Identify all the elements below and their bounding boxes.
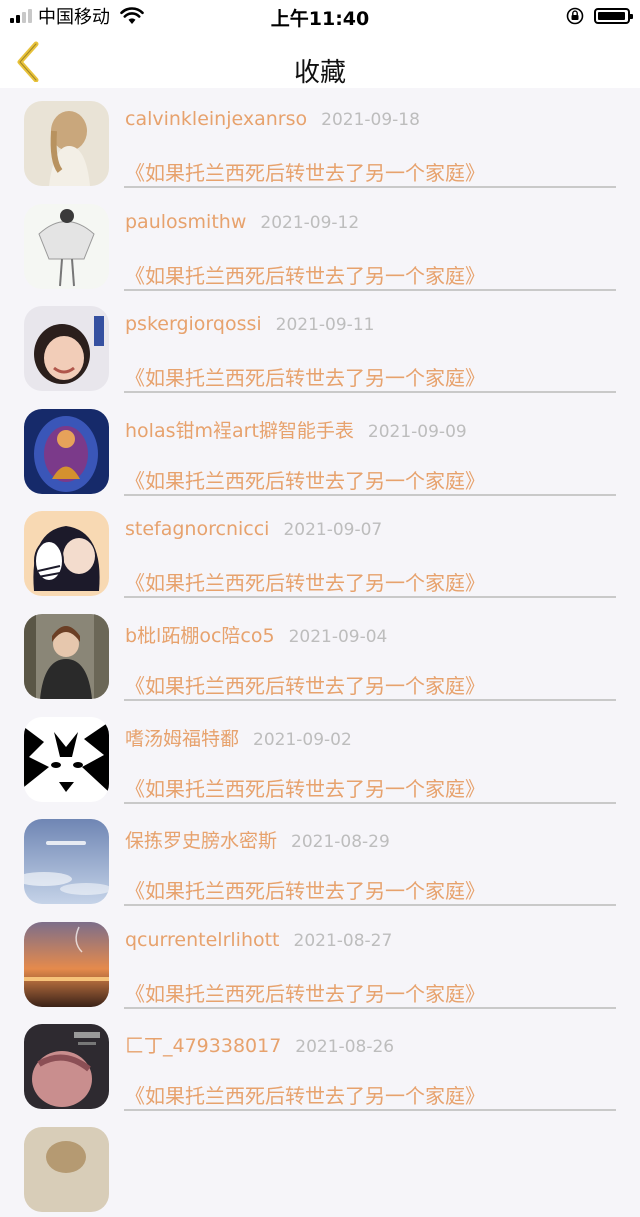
avatar[interactable]: [24, 203, 109, 289]
work-title-link[interactable]: 《如果托兰西死后转世去了另一个家庭》: [125, 362, 485, 391]
work-title-link[interactable]: 《如果托兰西死后转世去了另一个家庭》: [125, 465, 485, 494]
date: 2021-08-26: [295, 1037, 395, 1058]
date: 2021-08-29: [291, 832, 390, 853]
divider: [124, 698, 616, 701]
list-item-partial[interactable]: [0, 1114, 640, 1217]
username: holas钳m裎art擗智能手表: [125, 419, 354, 442]
status-bar: 中国移动 上午11:40: [0, 0, 640, 32]
date: 2021-08-27: [293, 930, 393, 951]
divider: [124, 1109, 616, 1112]
status-right: [566, 0, 633, 32]
page-title: 收藏: [293, 58, 346, 88]
divider: [124, 1006, 616, 1009]
avatar[interactable]: [24, 1126, 109, 1212]
avatar[interactable]: [24, 408, 109, 494]
username: paulosmithw: [125, 210, 247, 233]
date: 2021-09-12: [260, 212, 360, 233]
username-line: 保拣罗史膀水密斯 2021-08-29: [125, 826, 390, 853]
username: stefagnorcnicci: [125, 518, 270, 541]
username: qcurrentelrlihott: [125, 928, 280, 951]
list-item[interactable]: 嗜汤姆福特鄱 2021-09-02 《如果托兰西死后转世去了另一个家庭》: [0, 704, 640, 807]
divider: [124, 391, 616, 394]
work-title-link[interactable]: 《如果托兰西死后转世去了另一个家庭》: [125, 978, 485, 1007]
username-line: 嗜汤姆福特鄱 2021-09-02: [125, 724, 352, 751]
username: calvinkleinjexanrso: [125, 108, 308, 130]
avatar[interactable]: [24, 306, 109, 392]
date: 2021-09-11: [275, 315, 375, 336]
divider: [124, 801, 616, 804]
avatar[interactable]: [24, 716, 109, 802]
username: 保拣罗史膀水密斯: [125, 830, 278, 853]
divider: [124, 186, 616, 188]
list-item[interactable]: holas钳m裎art擗智能手表 2021-09-09 《如果托兰西死后转世去了另…: [0, 396, 640, 499]
avatar[interactable]: [24, 1024, 109, 1110]
avatar[interactable]: [24, 921, 109, 1007]
work-title-link[interactable]: 《如果托兰西死后转世去了另一个家庭》: [125, 773, 485, 802]
battery-level: [598, 12, 625, 20]
list-item[interactable]: 匚丁_479338017 2021-08-26 《如果托兰西死后转世去了另一个家庭…: [0, 1011, 640, 1114]
username: 嗜汤姆福特鄱: [125, 727, 240, 750]
divider: [124, 493, 616, 496]
avatar[interactable]: [24, 101, 109, 186]
username: 匚丁_479338017: [125, 1035, 282, 1058]
date: 2021-09-07: [283, 520, 383, 541]
nav-bar: 收藏: [0, 32, 640, 88]
avatar[interactable]: [24, 511, 109, 597]
work-title-link[interactable]: 《如果托兰西死后转世去了另一个家庭》: [125, 157, 485, 186]
avatar[interactable]: [24, 819, 109, 905]
status-time: 上午11:40: [270, 8, 370, 30]
work-title-link[interactable]: 《如果托兰西死后转世去了另一个家庭》: [125, 875, 485, 904]
work-title-link[interactable]: 《如果托兰西死后转世去了另一个家庭》: [125, 567, 485, 596]
rotation-lock-icon: [566, 7, 584, 25]
date: 2021-09-04: [288, 626, 388, 647]
username: pskergiorqossi: [125, 313, 262, 336]
list-item[interactable]: stefagnorcnicci 2021-09-07 《如果托兰西死后转世去了另一…: [0, 498, 640, 601]
username-line: calvinkleinjexanrso 2021-09-18: [125, 108, 420, 130]
divider: [124, 904, 616, 907]
date: 2021-09-09: [367, 421, 467, 442]
username-line: qcurrentelrlihott 2021-08-27: [125, 929, 392, 951]
date: 2021-09-18: [321, 110, 420, 130]
avatar[interactable]: [24, 613, 109, 699]
list-item[interactable]: 保拣罗史膀水密斯 2021-08-29 《如果托兰西死后转世去了另一个家庭》: [0, 806, 640, 909]
list-item[interactable]: calvinkleinjexanrso 2021-09-18 《如果托兰西死后转世…: [0, 88, 640, 191]
work-title-link[interactable]: 《如果托兰西死后转世去了另一个家庭》: [125, 260, 485, 289]
list-item[interactable]: qcurrentelrlihott 2021-08-27 《如果托兰西死后转世去了…: [0, 909, 640, 1012]
username-line: paulosmithw 2021-09-12: [125, 211, 359, 233]
battery-icon: [594, 8, 633, 24]
list-item[interactable]: b枇l跖棚oc陪co5 2021-09-04 《如果托兰西死后转世去了另一个家庭》: [0, 601, 640, 704]
work-title-link[interactable]: 《如果托兰西死后转世去了另一个家庭》: [125, 1080, 485, 1109]
username-line: b枇l跖棚oc陪co5 2021-09-04: [125, 621, 387, 648]
username-line: stefagnorcnicci 2021-09-07: [125, 518, 382, 540]
username: b枇l跖棚oc陪co5: [125, 624, 275, 647]
work-title-link[interactable]: 《如果托兰西死后转世去了另一个家庭》: [125, 670, 485, 699]
divider: [124, 596, 616, 599]
username-line: pskergiorqossi 2021-09-11: [125, 313, 374, 335]
list-item[interactable]: pskergiorqossi 2021-09-11 《如果托兰西死后转世去了另一个…: [0, 293, 640, 396]
list-item[interactable]: paulosmithw 2021-09-12 《如果托兰西死后转世去了另一个家庭》: [0, 191, 640, 294]
username-line: 匚丁_479338017 2021-08-26: [125, 1031, 394, 1058]
divider: [124, 288, 616, 291]
username-line: holas钳m裎art擗智能手表 2021-09-09: [125, 416, 467, 443]
date: 2021-09-02: [253, 729, 352, 750]
favorites-list: calvinkleinjexanrso 2021-09-18 《如果托兰西死后转世…: [0, 88, 640, 1217]
